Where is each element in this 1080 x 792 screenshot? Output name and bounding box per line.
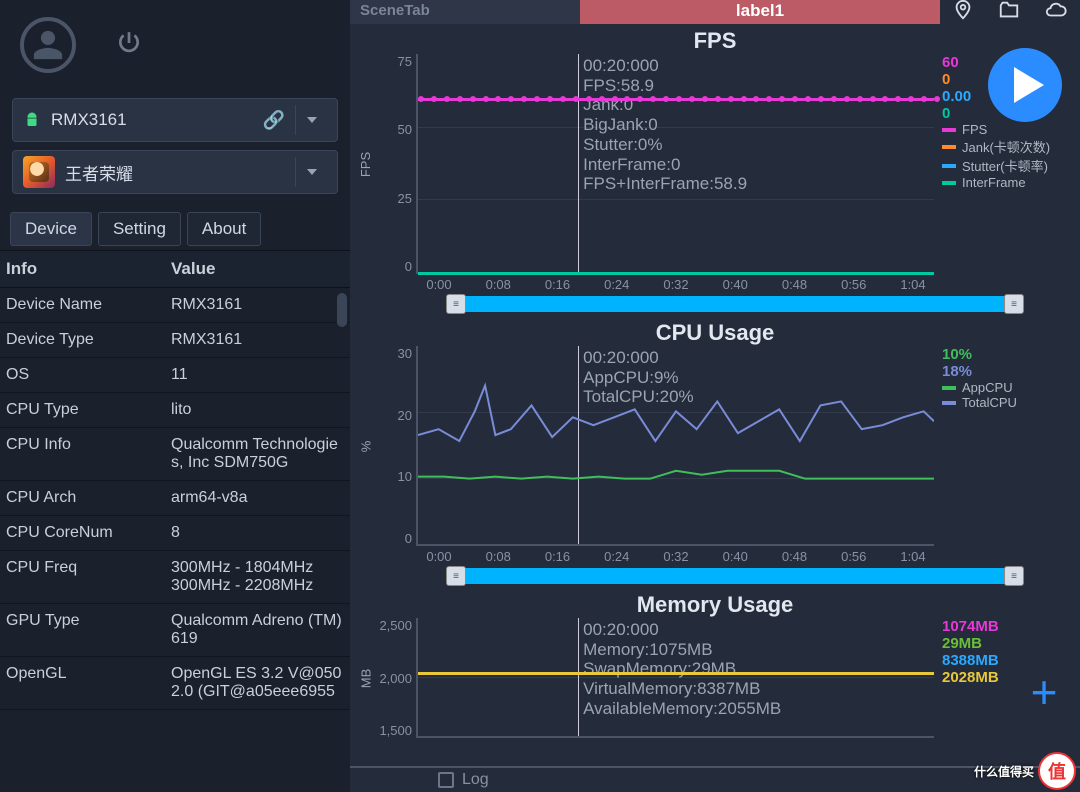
info-key: CPU Arch (0, 481, 165, 515)
app-dropdown-toggle[interactable] (295, 157, 327, 187)
slider-handle-right[interactable]: ≡ (1004, 294, 1024, 314)
info-value: lito (165, 393, 350, 427)
app-icon (23, 156, 55, 188)
cursor-readout: 00:20:000Memory:1075MBSwapMemory:29MBVir… (583, 620, 781, 719)
tab-about[interactable]: About (187, 212, 261, 246)
tab-device[interactable]: Device (10, 212, 92, 246)
plot-area[interactable]: 00:20:000Memory:1075MBSwapMemory:29MBVir… (416, 618, 934, 738)
table-row: Device NameRMX3161 (0, 288, 350, 323)
link-icon: 🔗 (263, 110, 285, 131)
info-value: RMX3161 (165, 288, 350, 322)
avatar[interactable] (20, 17, 76, 73)
android-icon (23, 111, 41, 129)
header-value: Value (165, 251, 350, 287)
info-key: Device Name (0, 288, 165, 322)
cloud-icon[interactable] (1044, 0, 1068, 26)
chart-fps: FPSFPS755025000:20:000FPS:58.9Jank:0BigJ… (356, 28, 1074, 318)
info-value: RMX3161 (165, 323, 350, 357)
device-dropdown-toggle[interactable] (295, 105, 327, 135)
info-key: CPU Freq (0, 551, 165, 603)
info-value: Qualcomm Adreno (TM) 619 (165, 604, 350, 656)
location-icon[interactable] (952, 0, 974, 26)
slider-handle-right[interactable]: ≡ (1004, 566, 1024, 586)
add-button[interactable]: + (1020, 672, 1068, 720)
device-name: RMX3161 (51, 110, 253, 130)
device-selector[interactable]: RMX3161 🔗 (12, 98, 338, 142)
info-key: CPU Info (0, 428, 165, 480)
table-row: OS11 (0, 358, 350, 393)
sidebar: RMX3161 🔗 王者荣耀 Device Setting About Info… (0, 0, 350, 792)
play-button[interactable] (988, 48, 1062, 122)
plot-area[interactable]: 00:20:000AppCPU:9%TotalCPU:20% (416, 346, 934, 546)
header-info: Info (0, 251, 165, 287)
table-row: CPU Typelito (0, 393, 350, 428)
table-row: Device TypeRMX3161 (0, 323, 350, 358)
info-key: OpenGL (0, 657, 165, 709)
info-key: OS (0, 358, 165, 392)
table-row: GPU TypeQualcomm Adreno (TM) 619 (0, 604, 350, 657)
chart-title: Memory Usage (356, 592, 1074, 618)
person-icon (31, 28, 65, 62)
chart-legend: 10%18%AppCPUTotalCPU (934, 346, 1074, 546)
table-row: CPU CoreNum8 (0, 516, 350, 551)
log-label: Log (462, 771, 489, 789)
scene-tab[interactable]: SceneTab (350, 0, 580, 24)
label-tab[interactable]: label1 (580, 0, 940, 24)
info-value: OpenGL ES 3.2 V@0502.0 (GIT@a05eee6955 (165, 657, 350, 709)
app-name: 王者荣耀 (65, 160, 285, 185)
watermark: 什么值得买 值 (974, 752, 1076, 790)
log-checkbox[interactable] (438, 772, 454, 788)
folder-icon[interactable] (998, 0, 1020, 26)
footer-bar: Log (350, 766, 1080, 792)
play-icon (1014, 67, 1044, 103)
info-value: 300MHz - 1804MHz 300MHz - 2208MHz (165, 551, 350, 603)
app-selector[interactable]: 王者荣耀 (12, 150, 338, 194)
chevron-down-icon (307, 117, 317, 123)
info-table-body[interactable]: Device NameRMX3161Device TypeRMX3161OS11… (0, 288, 350, 792)
chevron-down-icon (307, 169, 317, 175)
info-value: 8 (165, 516, 350, 550)
cursor-readout: 00:20:000FPS:58.9Jank:0BigJank:0Stutter:… (583, 56, 747, 194)
table-row: CPU Archarm64-v8a (0, 481, 350, 516)
time-range-slider[interactable]: ≡≡ (456, 296, 1014, 312)
table-row: CPU InfoQualcomm Technologies, Inc SDM75… (0, 428, 350, 481)
plot-area[interactable]: 00:20:000FPS:58.9Jank:0BigJank:0Stutter:… (416, 54, 934, 274)
sidebar-tabs: Device Setting About (0, 202, 350, 250)
info-value: 11 (165, 358, 350, 392)
chart-title: CPU Usage (356, 320, 1074, 346)
chart-memory-usage: Memory UsageMB2,5002,0001,50000:20:000Me… (356, 592, 1074, 738)
top-bar: SceneTab label1 (350, 0, 1080, 24)
chart-cpu-usage: CPU Usage%302010000:20:000AppCPU:9%Total… (356, 320, 1074, 590)
table-row: OpenGLOpenGL ES 3.2 V@0502.0 (GIT@a05eee… (0, 657, 350, 710)
chart-title: FPS (356, 28, 1074, 54)
info-value: arm64-v8a (165, 481, 350, 515)
info-value: Qualcomm Technologies, Inc SDM750G (165, 428, 350, 480)
info-key: CPU Type (0, 393, 165, 427)
user-bar (0, 0, 350, 90)
info-key: GPU Type (0, 604, 165, 656)
slider-handle-left[interactable]: ≡ (446, 294, 466, 314)
info-table-header: Info Value (0, 250, 350, 288)
info-key: CPU CoreNum (0, 516, 165, 550)
table-row: CPU Freq300MHz - 1804MHz 300MHz - 2208MH… (0, 551, 350, 604)
tab-setting[interactable]: Setting (98, 212, 181, 246)
info-key: Device Type (0, 323, 165, 357)
time-range-slider[interactable]: ≡≡ (456, 568, 1014, 584)
power-icon[interactable] (116, 30, 142, 61)
scrollbar-thumb[interactable] (336, 292, 348, 328)
slider-handle-left[interactable]: ≡ (446, 566, 466, 586)
main-panel: SceneTab label1 FPSFPS755025000:20:000FP… (350, 0, 1080, 792)
